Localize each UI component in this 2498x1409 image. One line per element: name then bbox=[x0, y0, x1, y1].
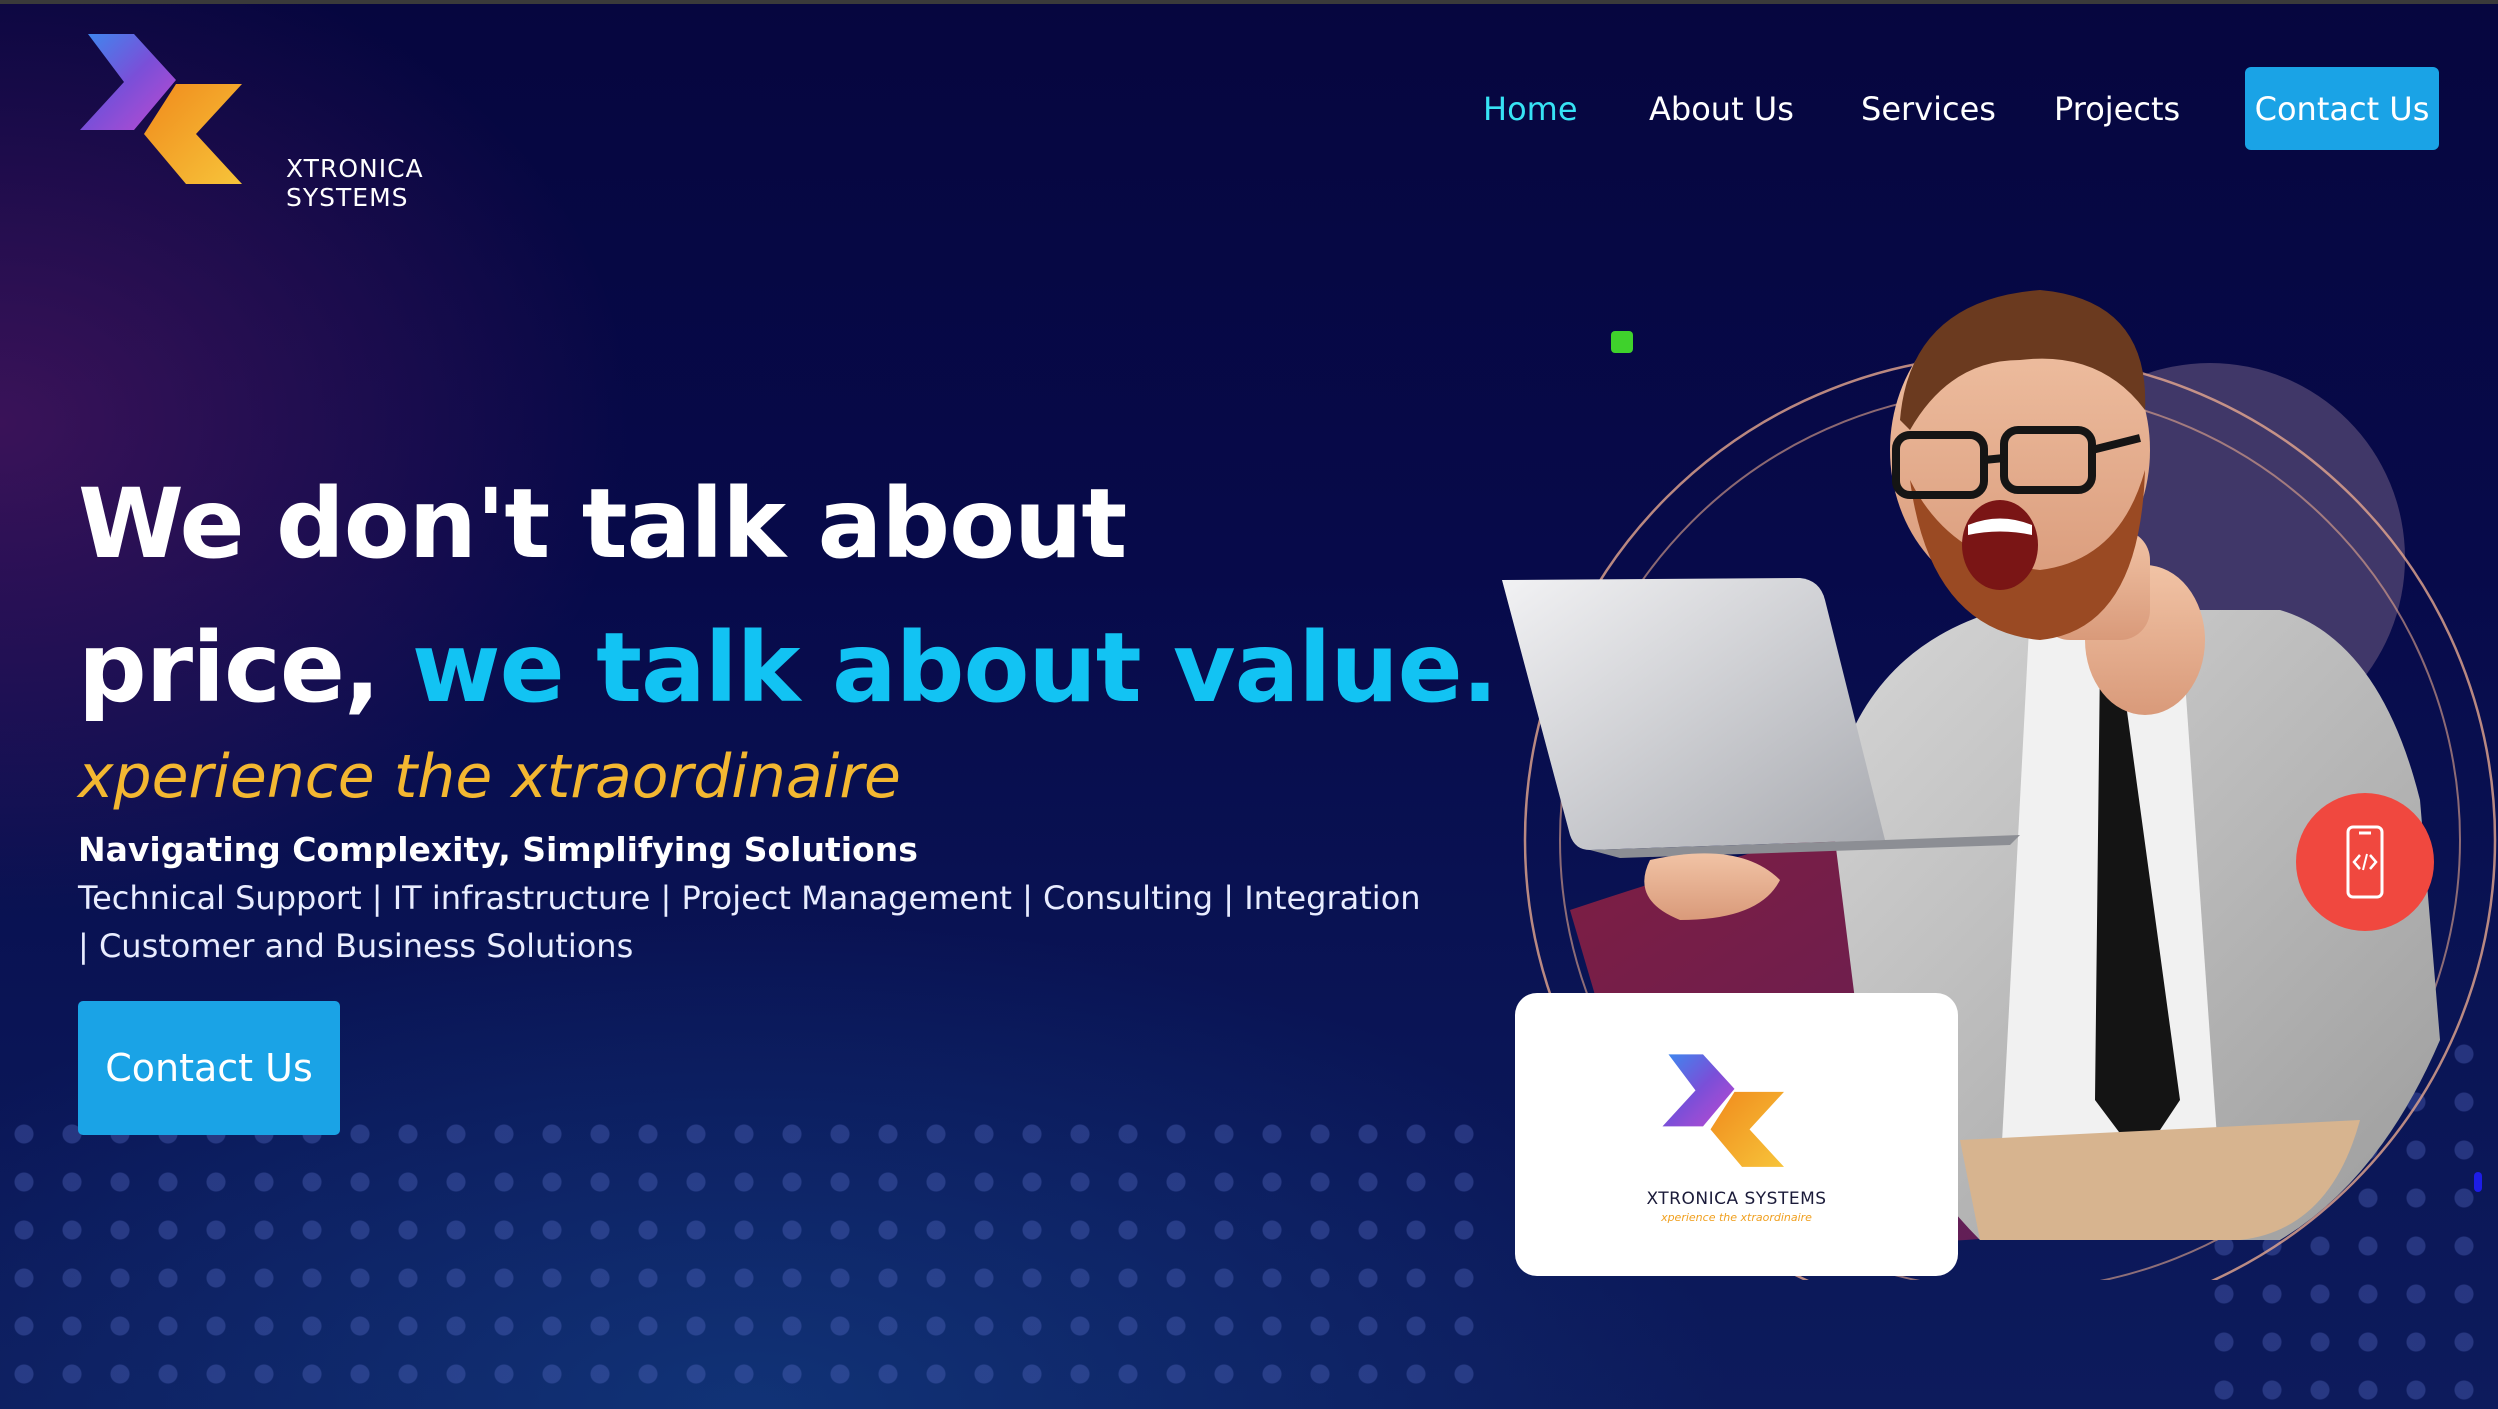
edge-indicator bbox=[2474, 1172, 2482, 1192]
hero-contact-us-button[interactable]: Contact Us bbox=[78, 1001, 340, 1135]
dot-pattern-left bbox=[0, 1110, 1500, 1409]
brand-card: XTRONICA SYSTEMS xperience the xtraordin… bbox=[1515, 993, 1958, 1276]
card-logo-icon bbox=[1662, 1054, 1784, 1167]
nav-projects[interactable]: Projects bbox=[2054, 90, 2180, 128]
nav-home[interactable]: Home bbox=[1483, 90, 1578, 128]
logo-wordmark: XTRONICA SYSTEMS bbox=[286, 154, 424, 212]
mobile-code-badge bbox=[2296, 793, 2434, 931]
nav-about-us[interactable]: About Us bbox=[1649, 90, 1794, 128]
xtronica-chevron-logo-icon bbox=[80, 34, 242, 184]
hero-subheading: Navigating Complexity, Simplifying Solut… bbox=[78, 830, 918, 869]
hero-headline-line2: price, we talk about value. bbox=[78, 612, 1498, 724]
headline-highlight-text: we talk about value. bbox=[411, 612, 1498, 724]
decorative-green-square bbox=[1611, 331, 1633, 353]
card-brand-name: XTRONICA SYSTEMS bbox=[1646, 1189, 1827, 1209]
site-logo[interactable]: XTRONICA SYSTEMS bbox=[78, 32, 498, 212]
nav-contact-us-button[interactable]: Contact Us bbox=[2245, 67, 2439, 150]
headline-plain-text: price, bbox=[78, 612, 412, 724]
nav-services[interactable]: Services bbox=[1861, 90, 1996, 128]
hero-tagline: xperience the xtraordinaire bbox=[78, 742, 901, 812]
card-brand-tagline: xperience the xtraordinaire bbox=[1661, 1211, 1812, 1224]
hero-headline-line1: We don't talk about bbox=[78, 468, 1127, 580]
mobile-code-icon bbox=[2346, 825, 2384, 899]
window-top-border bbox=[0, 0, 2498, 4]
hero-services-list: Technical Support | IT infrastructure | … bbox=[78, 879, 1421, 965]
